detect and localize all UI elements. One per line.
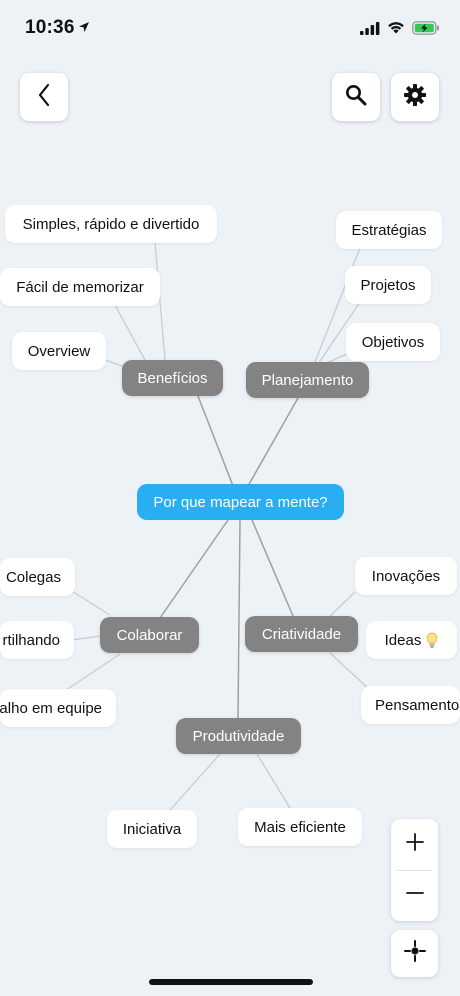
node-colegas[interactable]: Colegas: [0, 558, 75, 596]
node-produtividade[interactable]: Produtividade: [176, 718, 301, 754]
node-facil-de-memorizar[interactable]: Fácil de memorizar: [0, 268, 160, 306]
minus-icon: [405, 884, 424, 907]
node-pensamento[interactable]: Pensamento: [361, 686, 460, 724]
node-ideas[interactable]: Ideas: [366, 621, 457, 659]
node-trabalho-em-equipe[interactable]: alho em equipe: [0, 689, 116, 727]
node-simples-rapido-divertido[interactable]: Simples, rápido e divertido: [5, 205, 217, 243]
node-compartilhando[interactable]: rtilhando: [0, 621, 74, 659]
node-ideas-label: Ideas: [384, 631, 422, 649]
zoom-in-button[interactable]: [391, 819, 438, 870]
lightbulb-icon: [426, 632, 438, 649]
crosshair-icon: [403, 940, 426, 967]
node-planejamento[interactable]: Planejamento: [246, 362, 369, 398]
home-indicator: [149, 979, 313, 985]
node-projetos[interactable]: Projetos: [345, 266, 431, 304]
zoom-out-button[interactable]: [391, 870, 438, 921]
zoom-divider: [397, 870, 432, 871]
plus-icon: [405, 833, 424, 856]
node-objetivos[interactable]: Objetivos: [346, 323, 440, 361]
node-colaborar[interactable]: Colaborar: [100, 617, 199, 653]
node-mais-eficiente[interactable]: Mais eficiente: [238, 808, 362, 846]
node-criatividade[interactable]: Criatividade: [245, 616, 358, 652]
zoom-controls: [391, 819, 438, 921]
node-root-por-que-mapear[interactable]: Por que mapear a mente?: [137, 484, 344, 520]
node-iniciativa[interactable]: Iniciativa: [107, 810, 197, 848]
node-inovacoes[interactable]: Inovações: [355, 557, 457, 595]
node-beneficios[interactable]: Benefícios: [122, 360, 223, 396]
recenter-button[interactable]: [391, 930, 438, 977]
node-overview[interactable]: Overview: [12, 332, 106, 370]
node-estrategias[interactable]: Estratégias: [336, 211, 442, 249]
